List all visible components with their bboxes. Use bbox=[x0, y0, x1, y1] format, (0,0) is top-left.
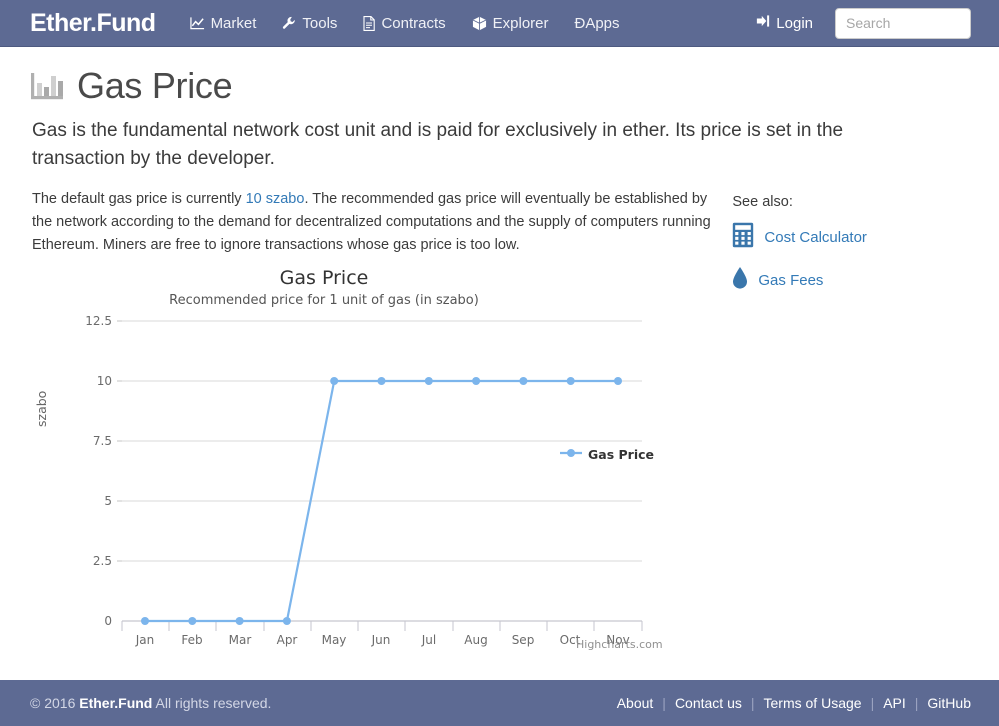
nav-item-label: Explorer bbox=[493, 15, 549, 32]
nav-item-label: Contracts bbox=[381, 15, 445, 32]
x-tick-label: Feb bbox=[181, 633, 202, 647]
chart-y-ticks bbox=[117, 321, 122, 561]
chart-data-point[interactable] bbox=[141, 617, 149, 625]
x-tick-label: May bbox=[322, 633, 347, 647]
footer-copyright: © 2016 Ether.Fund All rights reserved. bbox=[30, 695, 271, 711]
footer-link-terms-of-usage[interactable]: Terms of Usage bbox=[755, 695, 871, 711]
footer-link-api[interactable]: API bbox=[874, 695, 915, 711]
footer-brand[interactable]: Ether.Fund bbox=[79, 695, 152, 711]
brand-logo[interactable]: Ether.Fund bbox=[30, 9, 156, 38]
legend-marker-icon bbox=[560, 447, 582, 462]
x-tick-label: Jan bbox=[135, 633, 155, 647]
y-tick-label: 10 bbox=[97, 374, 112, 388]
x-tick-label: Sep bbox=[512, 633, 535, 647]
see-also-heading: See also: bbox=[732, 194, 969, 210]
page-footer: © 2016 Ether.Fund All rights reserved. A… bbox=[0, 680, 999, 726]
chart-data-point[interactable] bbox=[378, 377, 386, 385]
y-tick-label: 0 bbox=[104, 614, 112, 628]
chart-data-point[interactable] bbox=[519, 377, 527, 385]
chart-y-tick-labels: 12.5 10 7.5 5 2.5 0 bbox=[85, 314, 112, 628]
nav-item-dapps[interactable]: ÐApps bbox=[575, 15, 620, 32]
x-tick-label: Mar bbox=[229, 633, 252, 647]
y-tick-label: 12.5 bbox=[85, 314, 112, 328]
chart-data-point[interactable] bbox=[283, 617, 291, 625]
y-tick-label: 5 bbox=[104, 494, 112, 508]
sidebar-link-label: Gas Fees bbox=[758, 272, 823, 289]
body-text-part1: The default gas price is currently bbox=[32, 191, 246, 207]
tint-drop-icon bbox=[732, 266, 748, 294]
nav-item-label: Market bbox=[211, 15, 257, 32]
navbar-right: Login bbox=[756, 8, 971, 39]
line-chart-icon bbox=[190, 16, 205, 30]
nav-item-explorer[interactable]: Explorer bbox=[472, 15, 549, 32]
main-column: The default gas price is currently 10 sz… bbox=[30, 188, 714, 659]
footer-copyright-suffix: All rights reserved. bbox=[152, 695, 271, 711]
chart-credits-link[interactable]: Highcharts.com bbox=[576, 638, 663, 651]
content-columns: The default gas price is currently 10 sz… bbox=[30, 188, 969, 659]
chart-data-point[interactable] bbox=[330, 377, 338, 385]
chart-x-tick-labels: Jan Feb Mar Apr May Jun Jul Aug Sep Oct … bbox=[135, 633, 630, 647]
x-tick-label: Apr bbox=[277, 633, 298, 647]
chart-data-point[interactable] bbox=[614, 377, 622, 385]
footer-link-github[interactable]: GitHub bbox=[918, 695, 971, 711]
page-title: Gas Price bbox=[30, 65, 969, 107]
footer-link-contact-us[interactable]: Contact us bbox=[666, 695, 751, 711]
cube-icon bbox=[472, 16, 487, 31]
szabo-link[interactable]: 10 szabo bbox=[246, 191, 305, 207]
bar-chart-icon bbox=[30, 71, 64, 101]
top-navbar: Ether.Fund Market Tools bbox=[0, 0, 999, 47]
page-title-text: Gas Price bbox=[77, 65, 232, 107]
chart-data-point[interactable] bbox=[236, 617, 244, 625]
login-button[interactable]: Login bbox=[756, 14, 813, 32]
chart-data-point[interactable] bbox=[567, 377, 575, 385]
chart-data-point[interactable] bbox=[472, 377, 480, 385]
footer-copyright-prefix: © 2016 bbox=[30, 695, 79, 711]
sidebar-link-label: Cost Calculator bbox=[764, 229, 867, 246]
page-content: Gas Price Gas is the fundamental network… bbox=[0, 47, 999, 659]
sidebar-link-cost-calculator[interactable]: Cost Calculator bbox=[732, 222, 969, 252]
nav-item-contracts[interactable]: Contracts bbox=[363, 15, 445, 32]
chart-x-axis bbox=[122, 621, 642, 631]
nav-item-label: ÐApps bbox=[575, 15, 620, 32]
search-input[interactable] bbox=[835, 8, 971, 39]
x-tick-label: Aug bbox=[464, 633, 487, 647]
y-tick-label: 7.5 bbox=[93, 434, 112, 448]
footer-links: About | Contact us | Terms of Usage | AP… bbox=[617, 695, 971, 711]
nav-item-tools[interactable]: Tools bbox=[282, 15, 337, 32]
chart-data-point[interactable] bbox=[188, 617, 196, 625]
x-tick-label: Jul bbox=[421, 633, 436, 647]
see-also-sidebar: See also: Cost Calculator bbox=[714, 188, 969, 659]
calculator-icon bbox=[732, 222, 754, 252]
page-body-paragraph: The default gas price is currently 10 sz… bbox=[32, 188, 714, 257]
x-tick-label: Jun bbox=[371, 633, 391, 647]
legend-label: Gas Price bbox=[588, 447, 654, 462]
login-label: Login bbox=[776, 15, 813, 32]
y-tick-label: 2.5 bbox=[93, 554, 112, 568]
sign-in-icon bbox=[756, 14, 770, 32]
nav-item-market[interactable]: Market bbox=[190, 15, 257, 32]
nav-links: Market Tools Contracts bbox=[190, 15, 620, 32]
chart-gridlines bbox=[122, 321, 642, 561]
file-text-icon bbox=[363, 16, 375, 31]
gas-price-chart: Gas Price Recommended price for 1 unit o… bbox=[24, 259, 684, 659]
page-lead-text: Gas is the fundamental network cost unit… bbox=[32, 117, 912, 172]
nav-item-label: Tools bbox=[302, 15, 337, 32]
sidebar-link-gas-fees[interactable]: Gas Fees bbox=[732, 266, 969, 294]
footer-link-about[interactable]: About bbox=[617, 695, 663, 711]
chart-data-point[interactable] bbox=[425, 377, 433, 385]
chart-legend-item-gas-price[interactable]: Gas Price bbox=[560, 447, 654, 462]
wrench-icon bbox=[282, 16, 296, 30]
